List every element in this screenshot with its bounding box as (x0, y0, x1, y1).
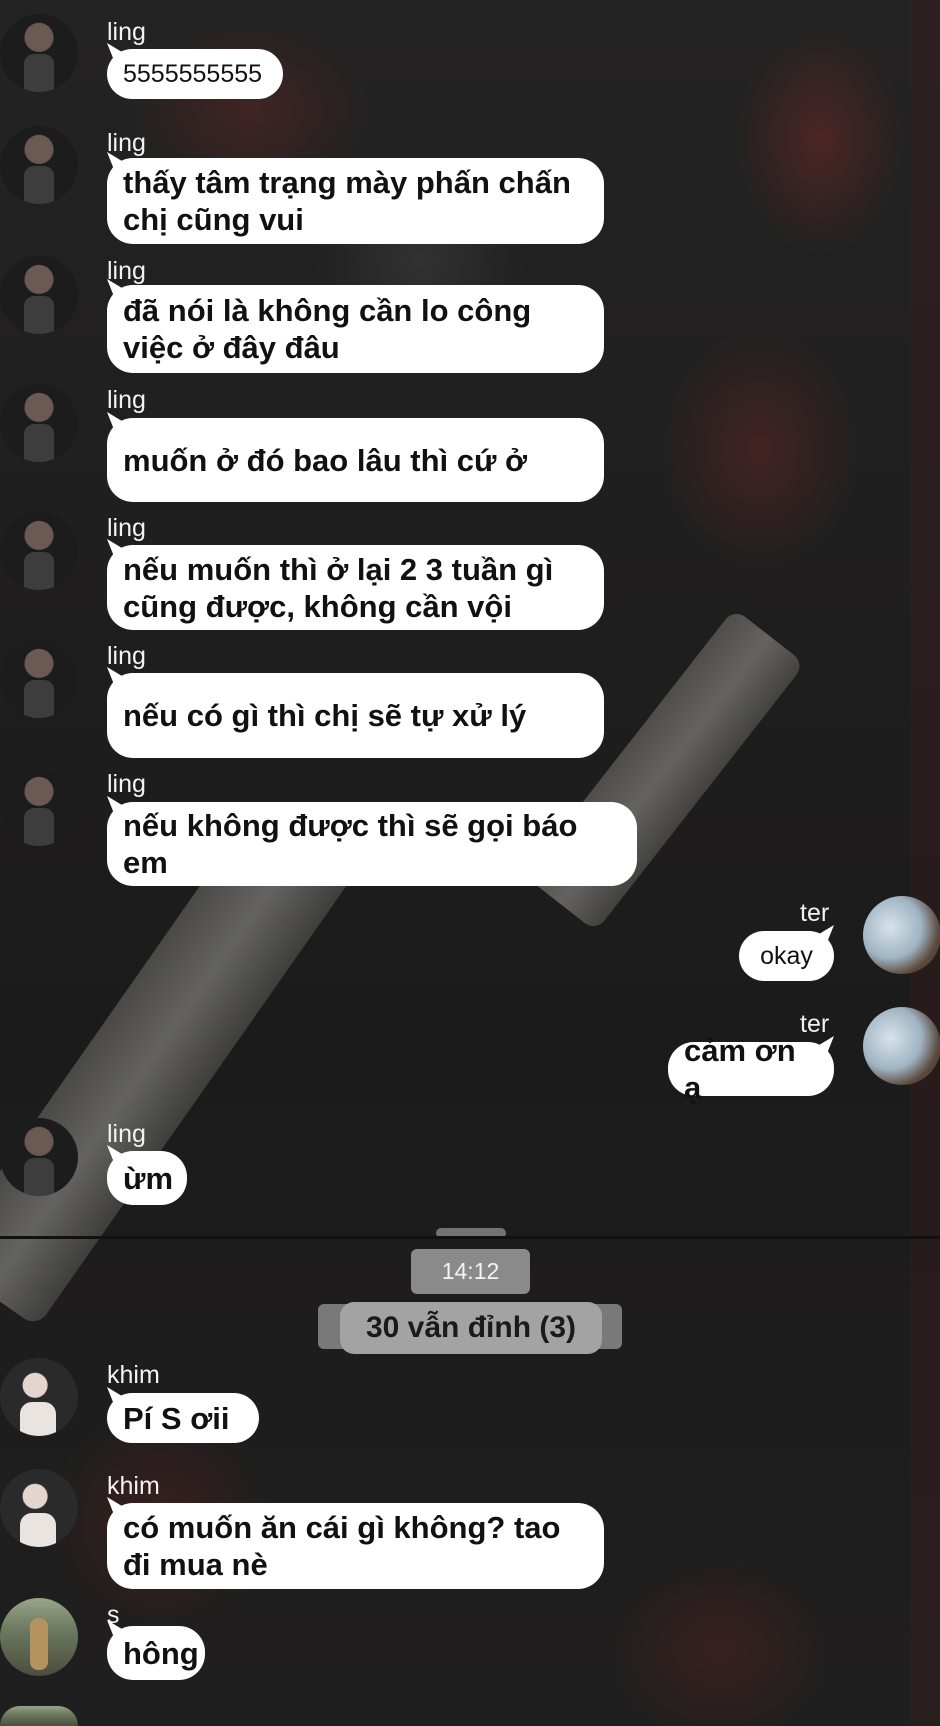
sender-name: ling (107, 770, 146, 798)
sender-name: ling (107, 129, 146, 157)
avatar-ling[interactable] (0, 512, 78, 590)
group-name-pill[interactable]: 30 vẫn đỉnh (3) (340, 1302, 602, 1354)
sender-name: ter (800, 899, 830, 927)
sender-name: khim (107, 1361, 160, 1389)
message-bubble[interactable]: thấy tâm trạng mày phấn chấn chị cũng vu… (107, 158, 604, 244)
section-divider (0, 1236, 940, 1239)
message-bubble[interactable]: nếu có gì thì chị sẽ tự xử lý (107, 673, 604, 758)
message-bubble[interactable]: cảm ơn ạ (668, 1033, 834, 1105)
message-bubble[interactable]: Pí S ơii (107, 1393, 259, 1443)
edge-strip (910, 0, 940, 1726)
avatar-khim[interactable] (0, 1469, 78, 1547)
sender-name: ling (107, 18, 146, 46)
message-bubble[interactable]: nếu muốn thì ở lại 2 3 tuần gì cũng được… (107, 545, 604, 630)
sender-name: ling (107, 514, 146, 542)
avatar-ling[interactable] (0, 14, 78, 92)
avatar-ling[interactable] (0, 256, 78, 334)
message-bubble[interactable]: đã nói là không cần lo công việc ở đây đ… (107, 285, 604, 373)
avatar-ter[interactable] (863, 896, 940, 974)
avatar-partial (0, 1706, 78, 1726)
avatar-khim[interactable] (0, 1358, 78, 1436)
message-bubble[interactable]: nếu không được thì sẽ gọi báo em (107, 802, 637, 886)
message-bubble[interactable]: okay (739, 931, 834, 981)
avatar-ling[interactable] (0, 126, 78, 204)
timestamp-pill: 14:12 (411, 1249, 530, 1294)
avatar-s[interactable] (0, 1598, 78, 1676)
message-bubble[interactable]: hông (107, 1626, 205, 1680)
message-bubble[interactable]: muốn ở đó bao lâu thì cứ ở (107, 418, 604, 502)
avatar-ter[interactable] (863, 1007, 940, 1085)
message-bubble[interactable]: có muốn ăn cái gì không? tao đi mua nè (107, 1503, 604, 1589)
avatar-ling[interactable] (0, 384, 78, 462)
message-bubble[interactable]: ừm (107, 1151, 187, 1205)
avatar-ling[interactable] (0, 1118, 78, 1196)
sender-name: khim (107, 1472, 160, 1500)
sender-name: ling (107, 257, 146, 285)
avatar-ling[interactable] (0, 640, 78, 718)
sender-name: ling (107, 1120, 146, 1148)
sender-name: ling (107, 642, 146, 670)
avatar-ling[interactable] (0, 768, 78, 846)
message-bubble[interactable]: 5555555555 (107, 49, 283, 99)
sender-name: ling (107, 386, 146, 414)
